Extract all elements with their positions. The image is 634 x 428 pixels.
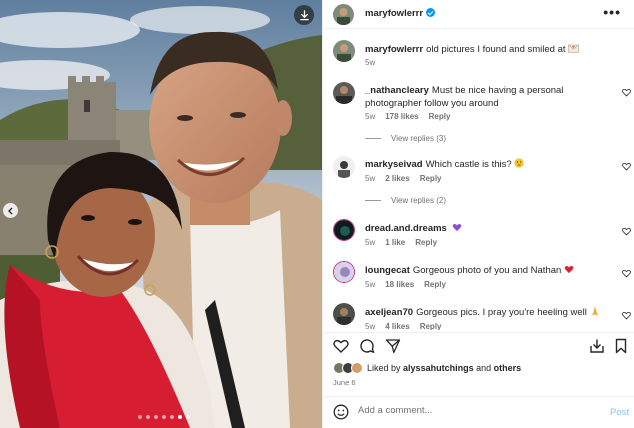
heart-icon[interactable] <box>622 269 631 278</box>
verified-badge-icon <box>426 8 436 17</box>
author-avatar[interactable] <box>333 4 354 25</box>
post-date: June 6 <box>333 378 356 387</box>
more-options-button[interactable]: ••• <box>603 4 621 20</box>
author-username[interactable]: maryfowlerrr <box>365 8 436 19</box>
post-photo <box>0 0 322 428</box>
liked-by-username[interactable]: alyssahutchings <box>403 363 474 373</box>
heart-icon[interactable] <box>622 311 631 320</box>
commenter-avatar[interactable] <box>333 261 355 283</box>
commenter-avatar[interactable] <box>333 82 355 104</box>
caption-text: old pictures I found and smiled at <box>426 44 566 55</box>
reply-button[interactable]: Reply <box>415 238 437 247</box>
comment-username[interactable]: markyseivad <box>365 159 423 170</box>
commenter-avatar[interactable] <box>333 303 355 325</box>
slide-dot <box>138 415 142 419</box>
thinking-face-emoji-icon <box>514 158 524 168</box>
folded-hands-emoji-icon <box>591 307 598 316</box>
comment-input[interactable] <box>358 405 578 416</box>
post-side-panel: maryfowlerrr ••• maryfowlerrr old picture… <box>322 0 634 428</box>
post-media[interactable] <box>0 0 322 428</box>
slide-dot <box>186 415 190 419</box>
comment-text: Gorgeous pics. I pray you're heeling wel… <box>416 307 587 318</box>
liker-avatars <box>333 362 363 374</box>
reply-button[interactable]: Reply <box>420 174 442 183</box>
caption-age: 5w <box>365 58 376 67</box>
red-heart-emoji-icon <box>564 266 574 274</box>
share-icon[interactable] <box>385 338 401 354</box>
add-comment-bar: Post <box>323 396 634 428</box>
comment-username[interactable]: loungecat <box>365 265 410 276</box>
comment-likes[interactable]: 178 likes <box>385 112 418 121</box>
heart-icon[interactable] <box>333 338 349 354</box>
commenter-avatar[interactable] <box>333 219 355 241</box>
caption-username[interactable]: maryfowlerrr <box>365 44 423 55</box>
comment-likes[interactable]: 4 likes <box>385 322 409 330</box>
post-comment-button[interactable]: Post <box>610 407 629 418</box>
comments-list[interactable]: maryfowlerrr old pictures I found and smi… <box>323 30 634 330</box>
purple-heart-emoji-icon <box>453 224 462 232</box>
likes-summary[interactable]: Liked by alyssahutchings and others <box>333 362 521 374</box>
slide-dot <box>154 415 158 419</box>
save-icon[interactable] <box>589 338 605 354</box>
slide-dot <box>162 415 166 419</box>
author-avatar[interactable] <box>333 40 355 62</box>
slide-dot <box>170 415 174 419</box>
envelope-heart-emoji-icon <box>568 44 579 53</box>
comment-age: 5w <box>365 174 376 183</box>
chevron-left-icon <box>7 207 12 214</box>
reply-button[interactable]: Reply <box>424 280 446 289</box>
comment-age: 5w <box>365 112 376 121</box>
liked-by-others[interactable]: others <box>494 363 522 373</box>
commenter-avatar[interactable] <box>333 156 355 178</box>
comment-age: 5w <box>365 238 376 247</box>
view-replies-button[interactable]: View replies (3) <box>365 134 446 143</box>
heart-icon[interactable] <box>622 227 631 236</box>
heart-icon[interactable] <box>622 162 631 171</box>
comment-username[interactable]: dread.and.dreams <box>365 223 447 234</box>
download-button[interactable] <box>294 5 314 25</box>
comment-age: 5w <box>365 280 376 289</box>
slide-indicator <box>138 415 190 419</box>
reply-button[interactable]: Reply <box>420 322 442 330</box>
comment-username[interactable]: _nathancleary <box>365 85 429 96</box>
slide-dot <box>178 415 182 419</box>
heart-icon[interactable] <box>622 88 631 97</box>
comment-likes[interactable]: 1 like <box>385 238 405 247</box>
post-header: maryfowlerrr ••• <box>323 0 634 29</box>
download-icon <box>299 9 309 20</box>
previous-slide-button[interactable] <box>3 203 18 218</box>
slide-dot <box>146 415 150 419</box>
comment-age: 5w <box>365 322 376 330</box>
emoji-icon[interactable] <box>333 404 349 420</box>
reply-button[interactable]: Reply <box>429 112 451 121</box>
comment-likes[interactable]: 18 likes <box>385 280 414 289</box>
view-replies-button[interactable]: View replies (2) <box>365 196 446 205</box>
post-actions-bar <box>323 332 634 356</box>
bookmark-icon[interactable] <box>613 338 629 354</box>
comment-text: Gorgeous photo of you and Nathan <box>412 265 562 276</box>
comment-username[interactable]: axeljean70 <box>365 307 413 318</box>
comment-icon[interactable] <box>359 338 375 354</box>
comment-likes[interactable]: 2 likes <box>385 174 409 183</box>
comment-text: Which castle is this? <box>425 159 512 170</box>
